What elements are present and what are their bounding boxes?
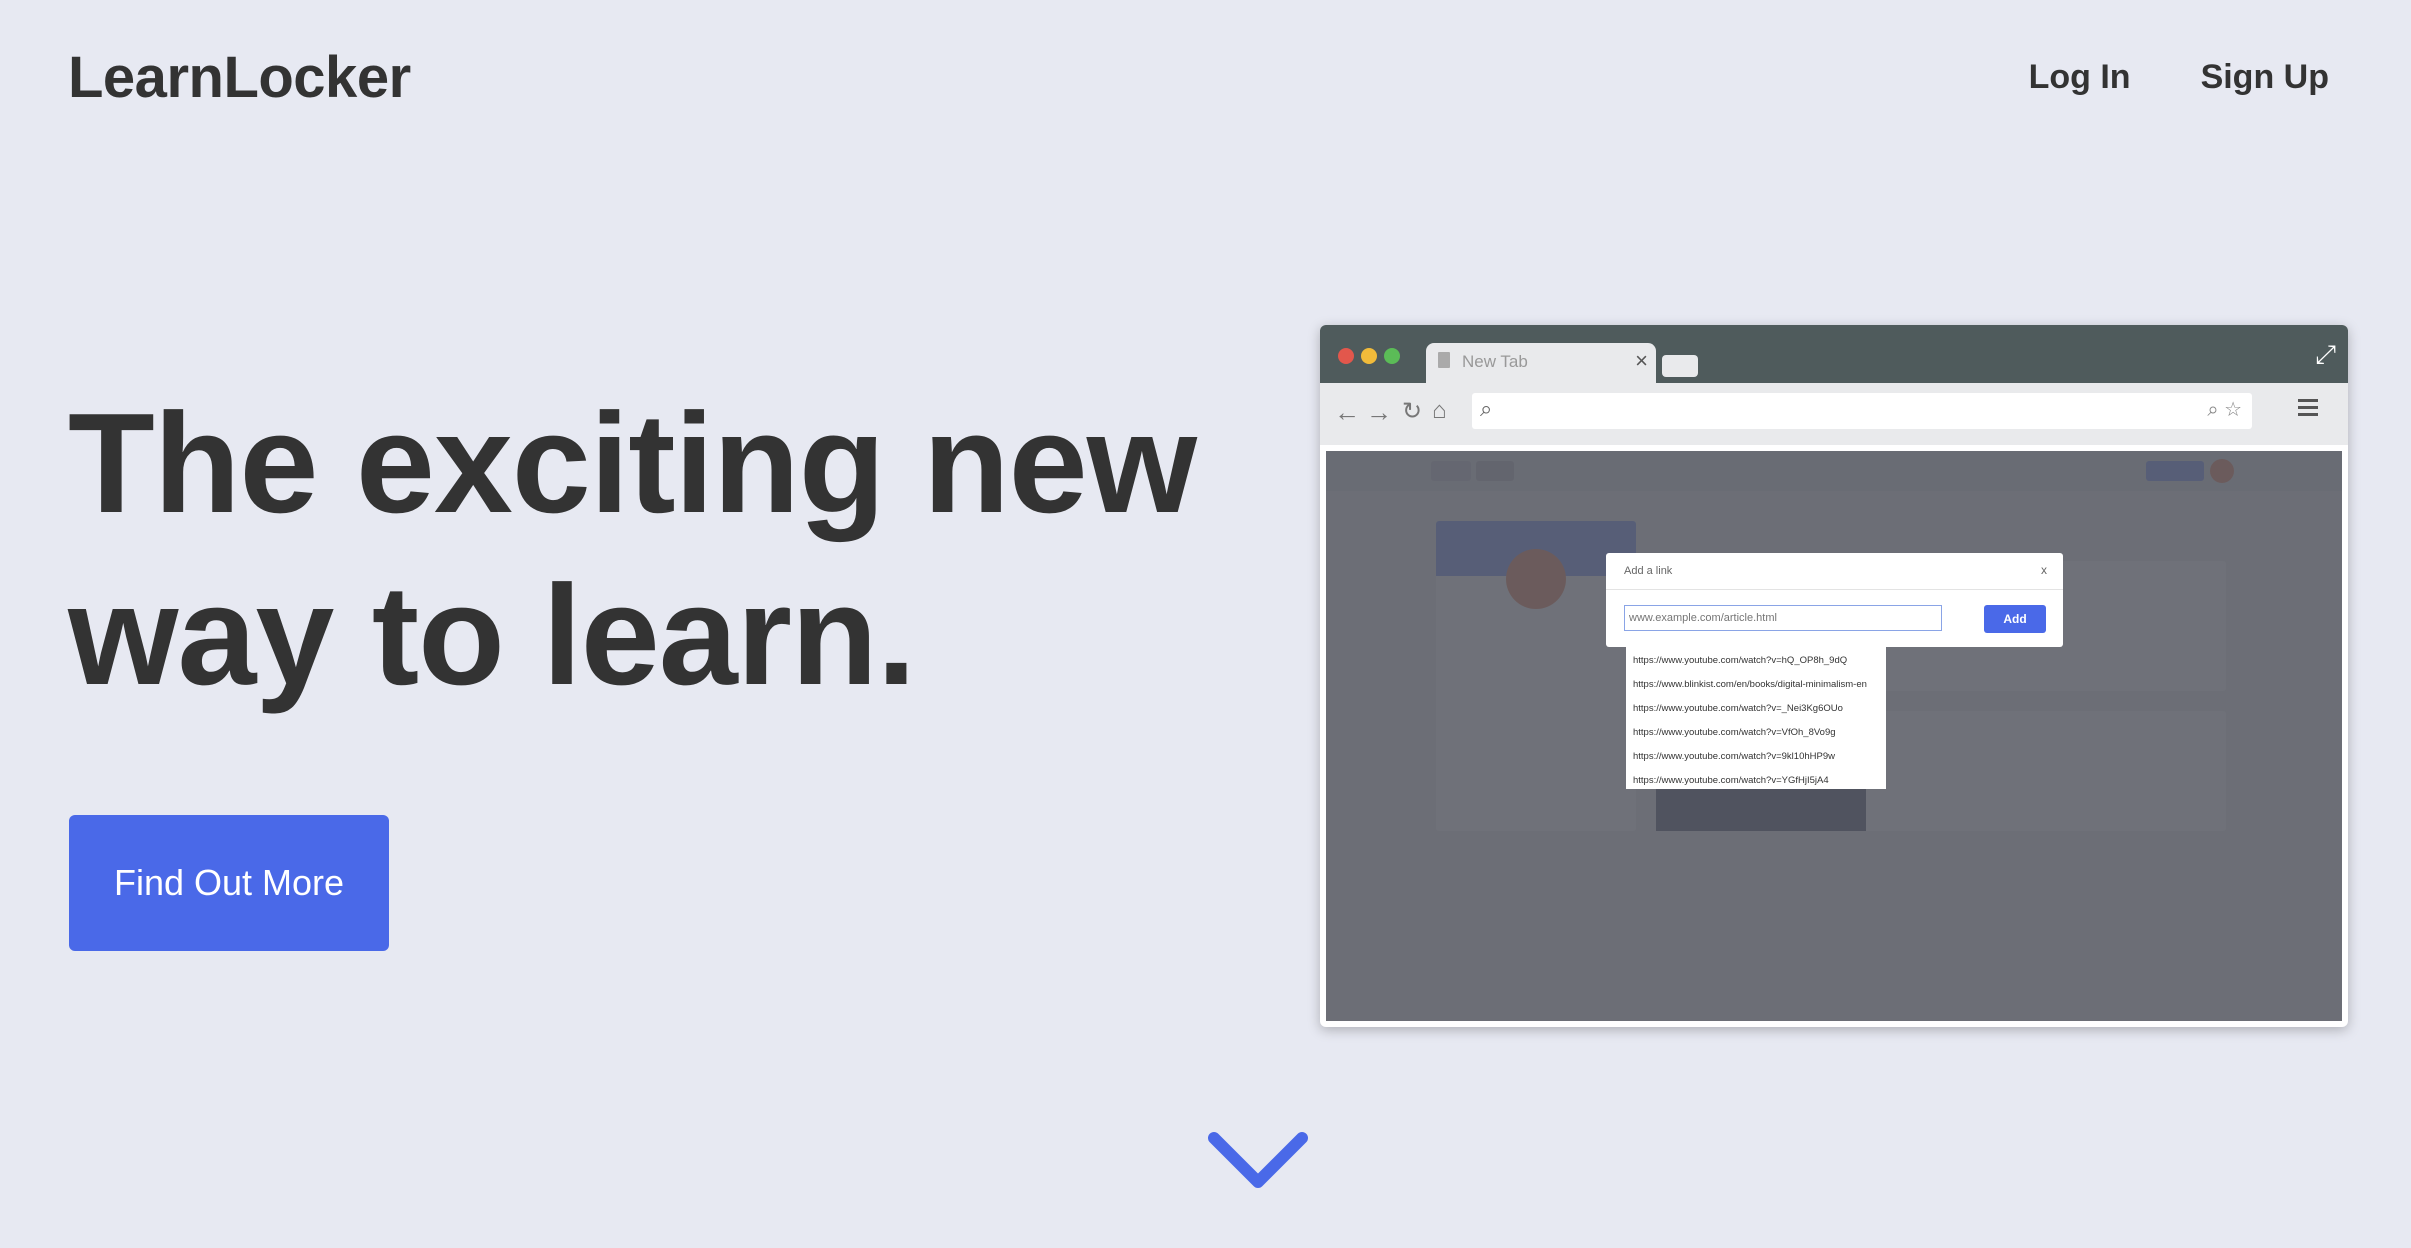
bookmark-star-icon: ⌕ ☆ <box>2207 399 2242 421</box>
browser-tab-bar: New Tab × ⤢ <box>1320 325 2348 383</box>
expand-icon: ⤢ <box>2315 339 2336 369</box>
search-icon: ⌕ <box>1480 396 1493 421</box>
suggestion-item: https://www.youtube.com/watch?v=_Nei3Kg6… <box>1633 703 1843 714</box>
close-window-dot <box>1338 348 1354 364</box>
suggestion-item: https://www.youtube.com/watch?v=hQ_OP8h_… <box>1633 655 1848 666</box>
chevron-down-icon[interactable] <box>1206 1130 1310 1192</box>
back-arrow-icon: ← <box>1334 397 1360 427</box>
reload-icon: ↻ <box>1402 398 1423 425</box>
tab-close-icon: × <box>1635 348 1648 373</box>
browser-viewport: Add a link x Add https://www.youtube.com… <box>1326 451 2342 1021</box>
add-link-button: Add <box>1984 605 2046 633</box>
modal-title: Add a link <box>1624 565 1673 577</box>
headline-line-2: way to learn. <box>68 556 916 715</box>
modal-divider <box>1606 589 2063 590</box>
top-nav: Log In Sign Up <box>2029 58 2329 97</box>
maximize-window-dot <box>1384 348 1400 364</box>
login-link[interactable]: Log In <box>2029 58 2131 97</box>
find-out-more-button[interactable]: Find Out More <box>69 815 389 951</box>
address-bar: ⌕ ⌕ ☆ <box>1472 393 2252 429</box>
suggestion-item: https://www.youtube.com/watch?v=YGfHjI5j… <box>1633 775 1829 786</box>
suggestion-item: https://www.youtube.com/watch?v=9kl10hHP… <box>1633 751 1835 762</box>
suggestion-item: https://www.blinkist.com/en/books/digita… <box>1633 679 1867 690</box>
url-suggestions-list: https://www.youtube.com/watch?v=hQ_OP8h_… <box>1626 647 1886 789</box>
browser-tab: New Tab × <box>1426 343 1656 383</box>
browser-mockup: New Tab × ⤢ ← → ↻ ⌂ ⌕ ⌕ ☆ Add a link x w… <box>1320 325 2348 1027</box>
new-tab-icon <box>1662 355 1698 377</box>
browser-toolbar: ← → ↻ ⌂ ⌕ ⌕ ☆ <box>1320 383 2348 445</box>
home-icon: ⌂ <box>1432 397 1447 424</box>
modal-close-icon: x <box>2041 563 2047 577</box>
tab-title: New Tab <box>1462 352 1528 371</box>
forward-arrow-icon: → <box>1366 397 1392 427</box>
document-icon <box>1438 352 1450 368</box>
suggestion-item: https://www.youtube.com/watch?v=VfOh_8Vo… <box>1633 727 1836 738</box>
menu-icon <box>2298 399 2318 420</box>
minimize-window-dot <box>1361 348 1377 364</box>
hero-headline: The exciting new way to learn. <box>68 378 1228 722</box>
brand-logo[interactable]: LearnLocker <box>68 44 411 111</box>
add-link-modal: Add a link x Add <box>1606 553 2063 647</box>
headline-line-1: The exciting new <box>68 384 1197 543</box>
signup-link[interactable]: Sign Up <box>2201 58 2329 97</box>
link-url-input <box>1624 605 1942 631</box>
